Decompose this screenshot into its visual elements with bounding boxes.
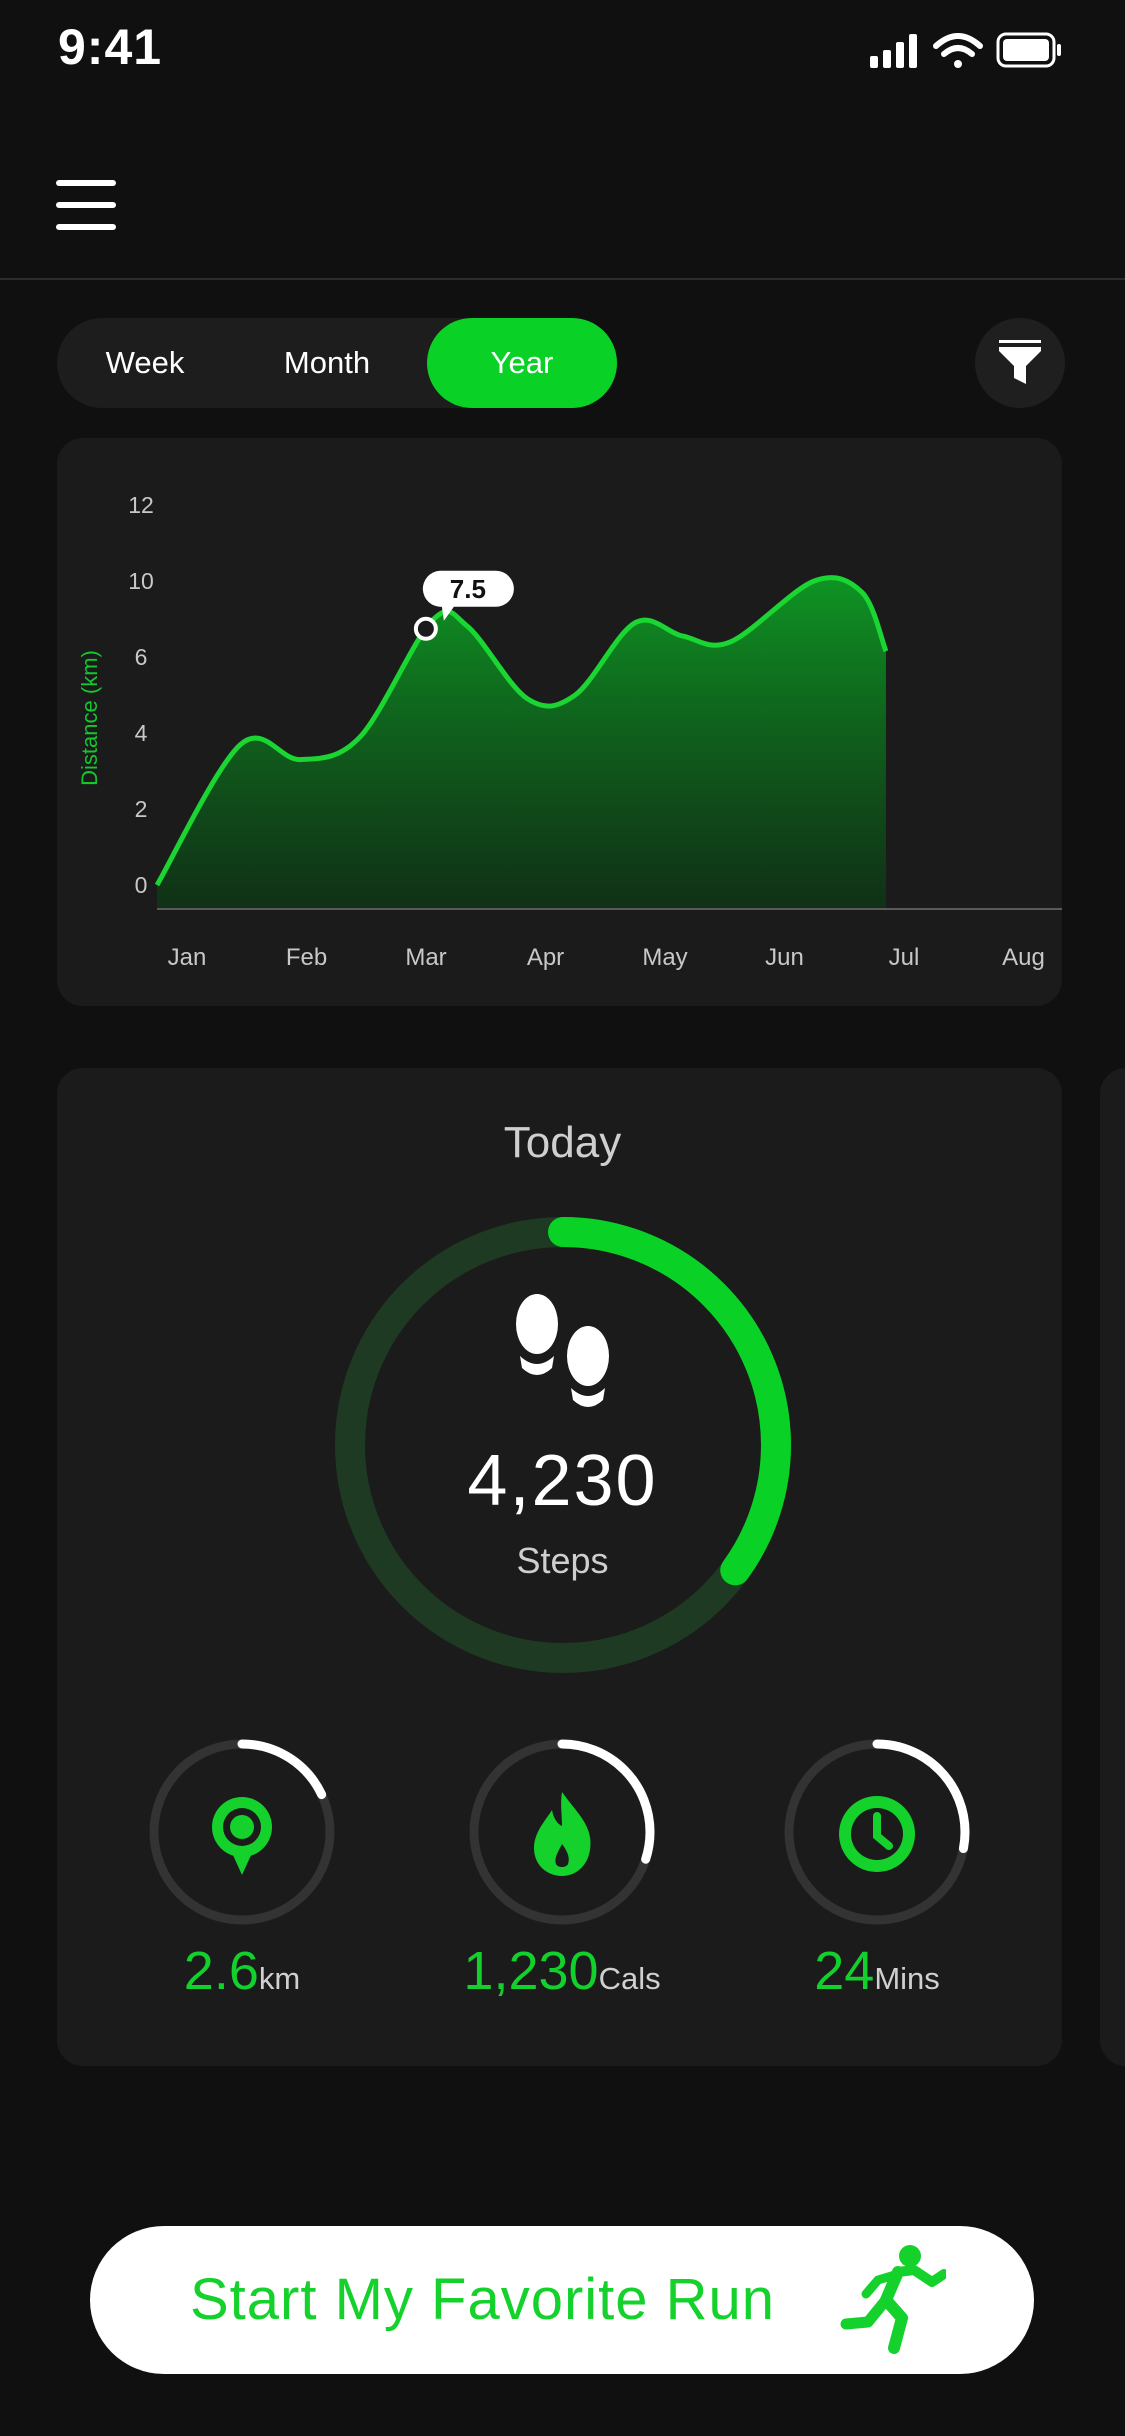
highlight-tooltip-label: 7.5 xyxy=(450,574,486,604)
calories-value: 1,230 xyxy=(463,1941,599,2001)
steps-value: 4,230 xyxy=(467,1441,658,1521)
distance-area-chart: Distance (km) 0 2 4 6 10 12 Jan Feb Mar Apr May Ju… xyxy=(77,492,1062,971)
calories-metric: 1,230Cals xyxy=(442,1940,682,2002)
status-time: 9:41 xyxy=(58,19,163,75)
status-icons xyxy=(870,32,1061,68)
cta-label: Start My Favorite Run xyxy=(190,2267,776,2332)
runner-icon xyxy=(840,2245,946,2354)
y-axis-label: Distance (km) xyxy=(77,650,102,786)
distance-unit: km xyxy=(258,1961,301,1996)
tab-week[interactable]: Week xyxy=(57,318,233,408)
distance-metric: 2.6km xyxy=(142,1940,342,2002)
today-title: Today xyxy=(503,1118,622,1167)
y-tick-label: 10 xyxy=(128,568,154,594)
period-segmented-control: Week Month Year xyxy=(57,318,617,408)
filter-button[interactable] xyxy=(975,318,1065,408)
distance-chart-card: Distance (km) 0 2 4 6 10 12 Jan Feb Mar Apr May Ju… xyxy=(57,438,1062,1006)
signal-icon xyxy=(870,34,917,68)
x-tick-label: Feb xyxy=(286,944,327,971)
wifi-icon xyxy=(933,33,983,68)
hamburger-menu-icon[interactable] xyxy=(56,176,118,232)
clock-icon xyxy=(839,1796,915,1872)
x-tick-label: Jun xyxy=(765,944,804,971)
footprints-icon xyxy=(516,1294,609,1407)
y-tick-label: 2 xyxy=(135,796,148,822)
duration-unit: Mins xyxy=(874,1961,940,1996)
x-tick-label: May xyxy=(642,944,687,971)
flame-icon xyxy=(534,1792,591,1876)
highlight-point[interactable] xyxy=(413,616,438,641)
y-tick-label: 0 xyxy=(135,872,148,898)
x-tick-label: Mar xyxy=(405,944,446,971)
x-tick-label: Apr xyxy=(527,944,564,971)
x-tick-label: Jul xyxy=(889,944,920,971)
y-tick-label: 12 xyxy=(128,492,154,518)
tab-year[interactable]: Year xyxy=(427,318,617,408)
battery-icon xyxy=(996,32,1061,68)
tab-month[interactable]: Month xyxy=(233,318,421,408)
calories-unit: Cals xyxy=(598,1961,661,1996)
filter-icon xyxy=(999,340,1041,384)
x-tick-label: Jan xyxy=(168,944,207,971)
x-tick-label: Aug xyxy=(1002,944,1045,971)
duration-value: 24 xyxy=(814,1941,875,2001)
y-tick-label: 4 xyxy=(135,720,148,746)
header-divider xyxy=(0,278,1125,280)
steps-label: Steps xyxy=(516,1540,609,1581)
duration-metric: 24Mins xyxy=(777,1940,977,2002)
location-pin-icon xyxy=(212,1797,272,1875)
distance-value: 2.6 xyxy=(183,1941,259,2001)
start-favorite-run-button[interactable]: Start My Favorite Run xyxy=(90,2226,1034,2374)
y-tick-label: 6 xyxy=(135,644,148,670)
